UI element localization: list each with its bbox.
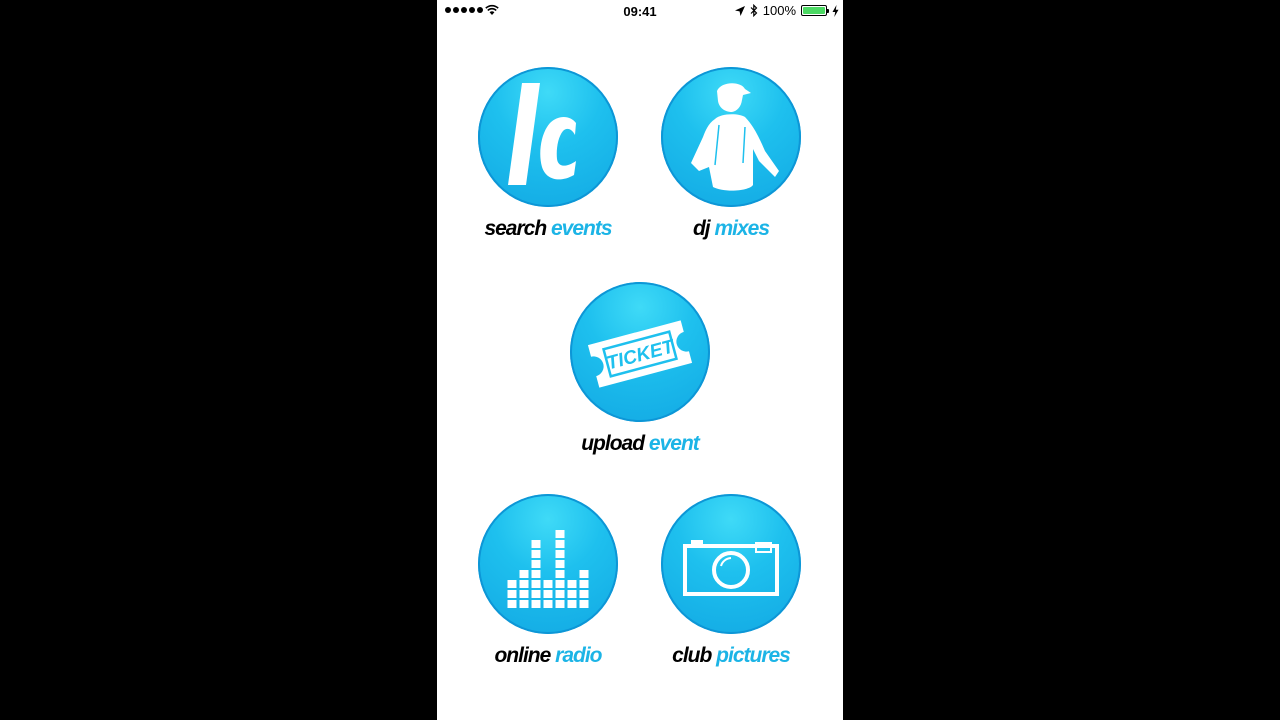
equalizer-segment [519, 570, 529, 578]
upload-event-circle: TICKET [570, 282, 710, 422]
dj-mixes-label-second: mixes [714, 217, 770, 240]
equalizer-segment [579, 590, 589, 598]
online-radio-button[interactable]: online radio [448, 494, 648, 684]
equalizer-segment [519, 590, 529, 598]
equalizer-segment [555, 530, 565, 538]
search-events-label: search events [448, 217, 648, 241]
equalizer-segment [531, 600, 541, 608]
dj-mixes-label: dj mixes [631, 217, 831, 241]
equalizer-segment [507, 580, 517, 588]
club-pictures-label-first: club [672, 644, 712, 667]
status-right: 100% [734, 3, 839, 18]
equalizer-segment [543, 600, 553, 608]
camera-icon [683, 540, 779, 596]
dj-mixes-label-first: dj [692, 217, 711, 240]
online-radio-label-second: radio [555, 644, 602, 667]
equalizer-segment [531, 540, 541, 548]
dj-mixes-circle [661, 67, 801, 207]
equalizer-segment [531, 570, 541, 578]
equalizer-segment [555, 540, 565, 548]
search-events-button[interactable]: search events [448, 67, 648, 257]
equalizer-segment [507, 600, 517, 608]
equalizer-segment [531, 550, 541, 558]
phone-screen: 09:41 100% search events dj mixes TICKET… [437, 0, 843, 720]
equalizer-segment [543, 590, 553, 598]
status-bar: 09:41 100% [437, 0, 843, 22]
equalizer-segment [579, 580, 589, 588]
equalizer-segment [567, 580, 577, 588]
club-pictures-button[interactable]: club pictures [631, 494, 831, 684]
battery-icon [801, 5, 829, 16]
equalizer-segment [579, 600, 589, 608]
bluetooth-icon [750, 4, 758, 17]
equalizer-segment [531, 560, 541, 568]
equalizer-segment [519, 600, 529, 608]
equalizer-segment [543, 580, 553, 588]
equalizer-segment [567, 600, 577, 608]
ticket-icon: TICKET [587, 320, 693, 388]
search-events-circle [478, 67, 618, 207]
dj-silhouette-icon [691, 83, 779, 191]
equalizer-segment [507, 590, 517, 598]
equalizer-segment [531, 590, 541, 598]
online-radio-label: online radio [448, 644, 648, 668]
equalizer-segment [555, 550, 565, 558]
upload-event-label-first: upload [581, 432, 645, 455]
club-pictures-label: club pictures [631, 644, 831, 668]
upload-event-button[interactable]: TICKET upload event [540, 282, 740, 472]
equalizer-segment [555, 590, 565, 598]
lc-logo-icon [508, 83, 576, 185]
online-radio-label-first: online [494, 644, 551, 667]
equalizer-icon [507, 530, 589, 608]
upload-event-label-second: event [648, 432, 700, 455]
search-events-label-second: events [551, 217, 613, 240]
upload-event-label: upload event [540, 432, 740, 456]
battery-level [803, 7, 825, 14]
club-pictures-circle [661, 494, 801, 634]
equalizer-segment [555, 580, 565, 588]
equalizer-segment [555, 560, 565, 568]
equalizer-segment [579, 570, 589, 578]
dj-mixes-button[interactable]: dj mixes [631, 67, 831, 257]
equalizer-segment [531, 580, 541, 588]
club-pictures-label-second: pictures [716, 644, 791, 667]
equalizer-segment [567, 590, 577, 598]
equalizer-segment [519, 580, 529, 588]
search-events-label-first: search [484, 217, 547, 240]
equalizer-segment [555, 600, 565, 608]
battery-percent: 100% [762, 3, 796, 18]
location-arrow-icon [734, 5, 745, 16]
charging-bolt-icon [832, 4, 839, 17]
online-radio-circle [478, 494, 618, 634]
equalizer-segment [555, 570, 565, 578]
